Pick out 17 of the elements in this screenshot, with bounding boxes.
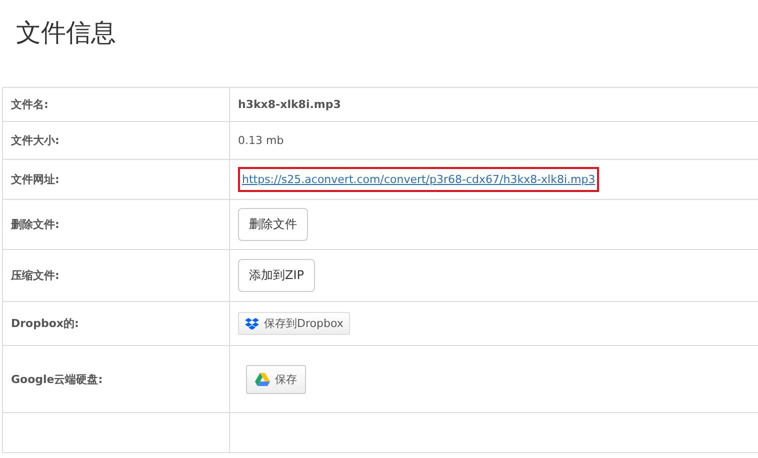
field-label: 删除文件: [11, 217, 60, 232]
field-label: 文件名: [11, 97, 48, 112]
field-label: 压缩文件: [11, 268, 60, 283]
field-label: 文件网址: [11, 172, 60, 187]
action-button[interactable]: 添加到ZIP [238, 259, 315, 292]
drive-save-button[interactable]: 保存 [246, 364, 306, 394]
field-label: Dropbox的: [11, 316, 79, 331]
action-button[interactable]: 删除文件 [238, 208, 308, 241]
dropbox-icon [245, 318, 259, 330]
field-value: 0.13 mb [238, 134, 284, 147]
page-title: 文件信息 [15, 17, 117, 49]
field-label: Google云端硬盘: [11, 372, 103, 386]
drive-icon [255, 372, 270, 386]
field-value: h3kx8-xlk8i.mp3 [238, 98, 341, 111]
dropbox-save-button[interactable]: 保存到Dropbox [238, 312, 350, 335]
field-label: 文件大小: [11, 133, 60, 148]
file-link[interactable]: https://s25.aconvert.com/convert/p3r68-cdx67/h3kx8-xlk8i.mp3 [242, 173, 596, 186]
